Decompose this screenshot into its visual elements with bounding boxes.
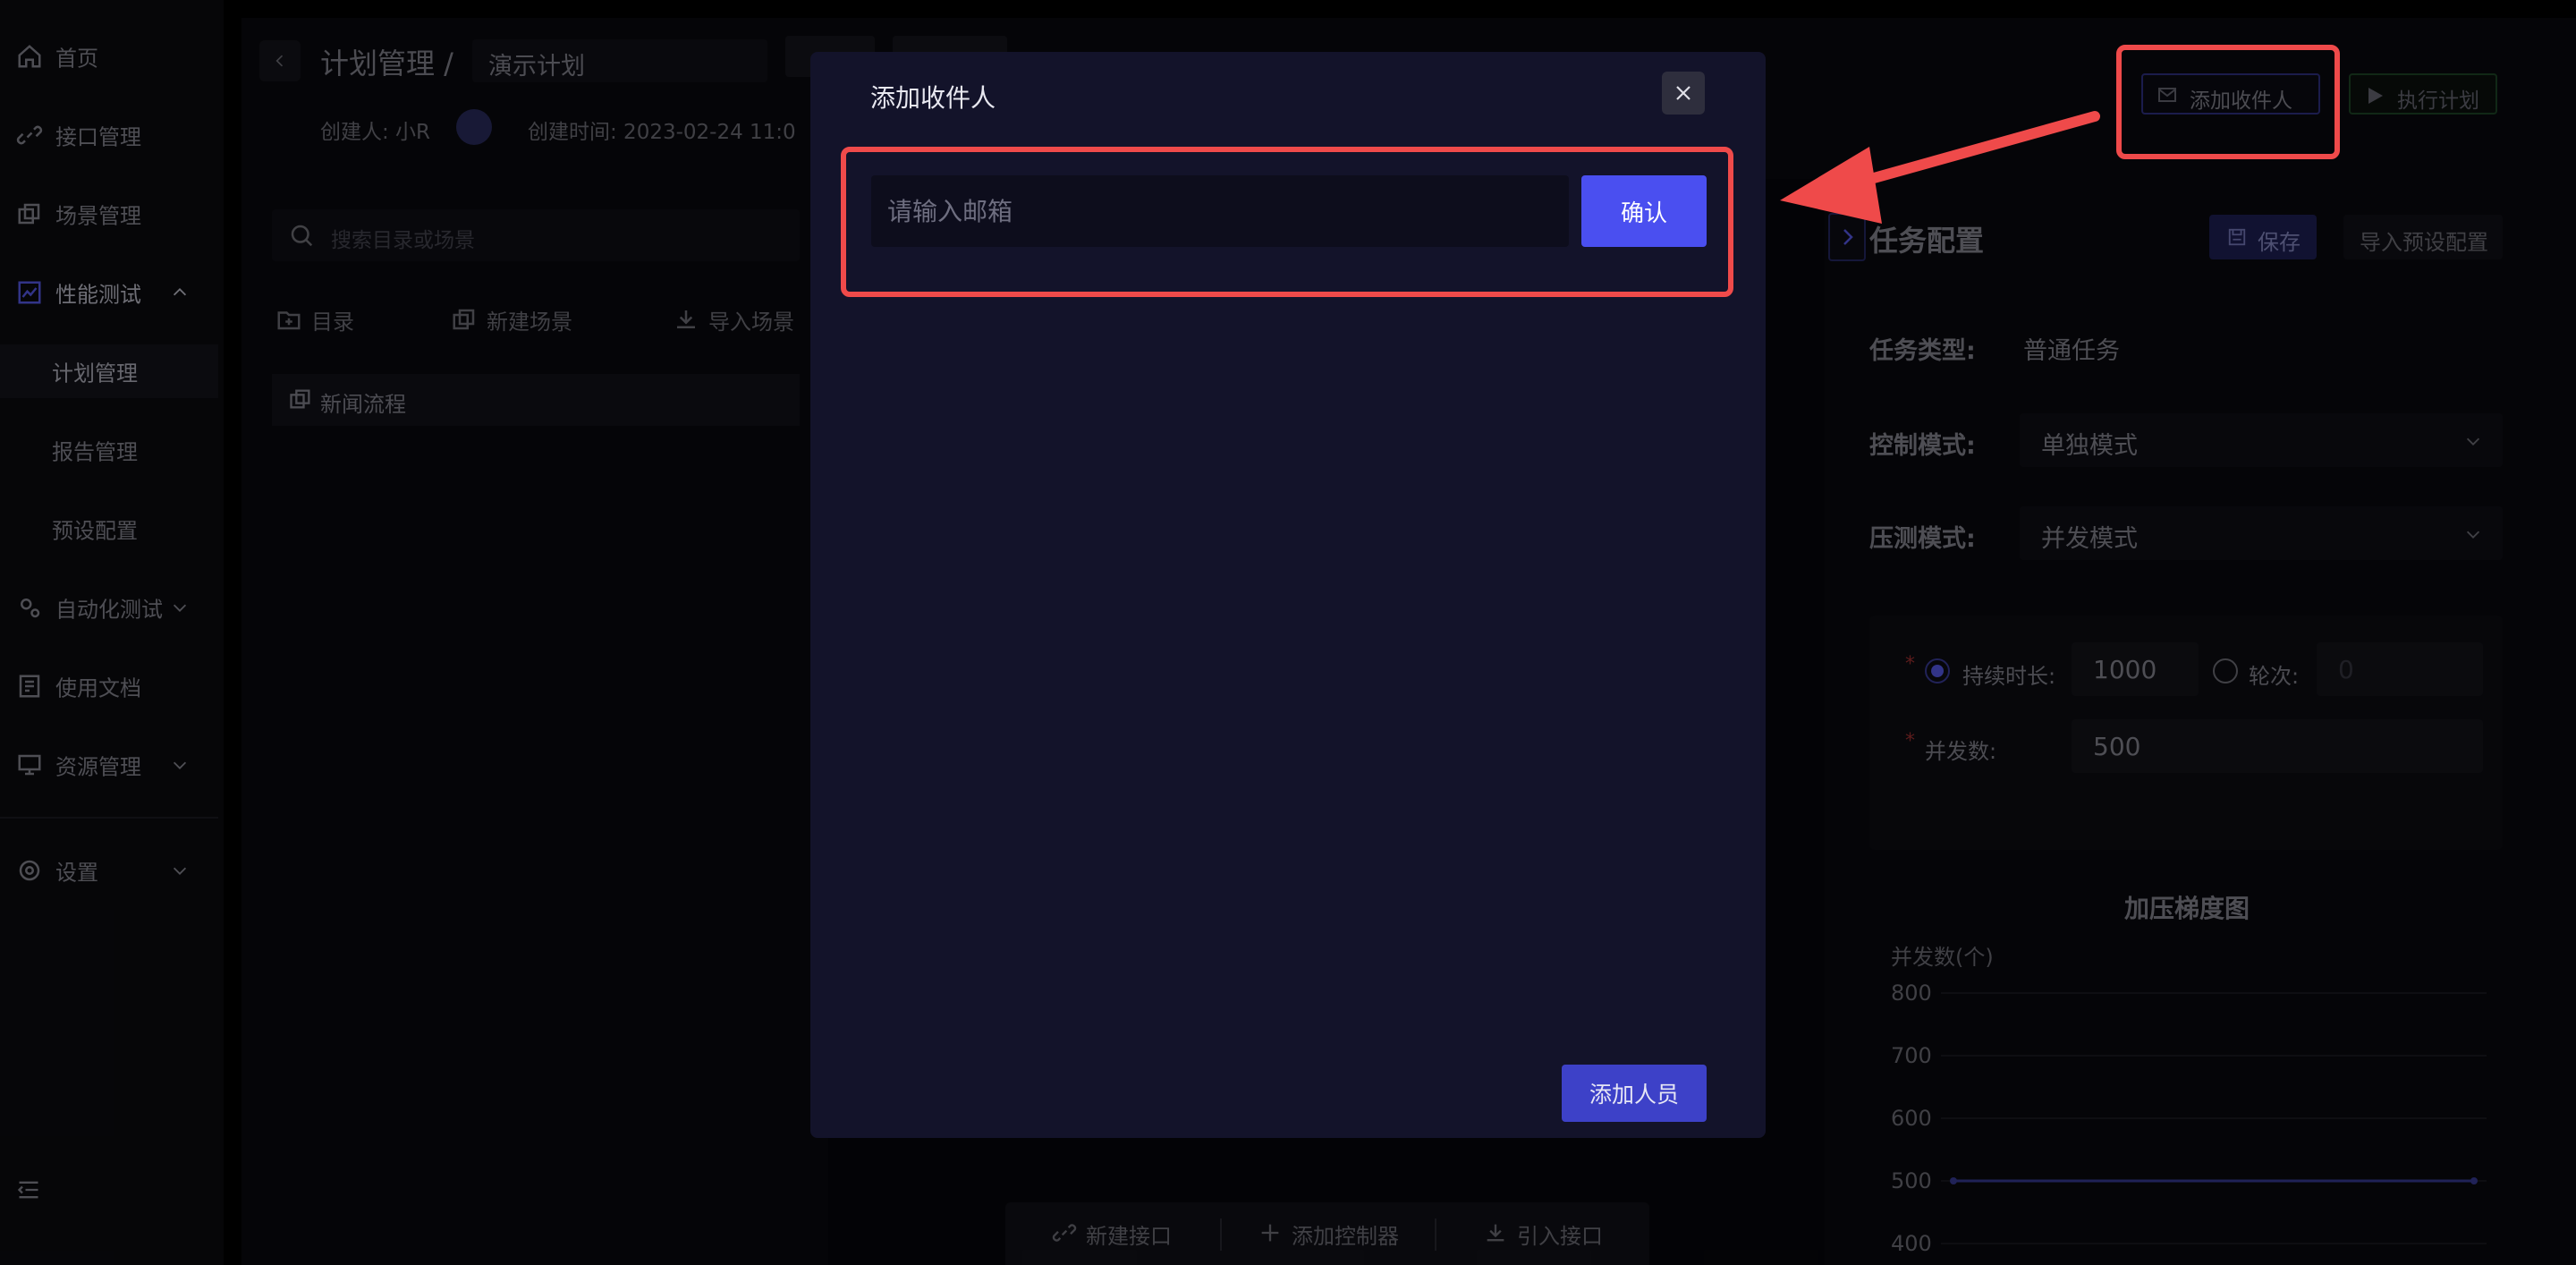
annotation-highlight-add-recipient [2116, 45, 2340, 159]
add-member-button[interactable]: 添加人员 [1562, 1065, 1707, 1122]
annotation-highlight-email [841, 147, 1733, 297]
close-icon [1676, 86, 1690, 100]
dialog-title: 添加收件人 [870, 83, 996, 113]
close-button[interactable] [1662, 72, 1705, 115]
